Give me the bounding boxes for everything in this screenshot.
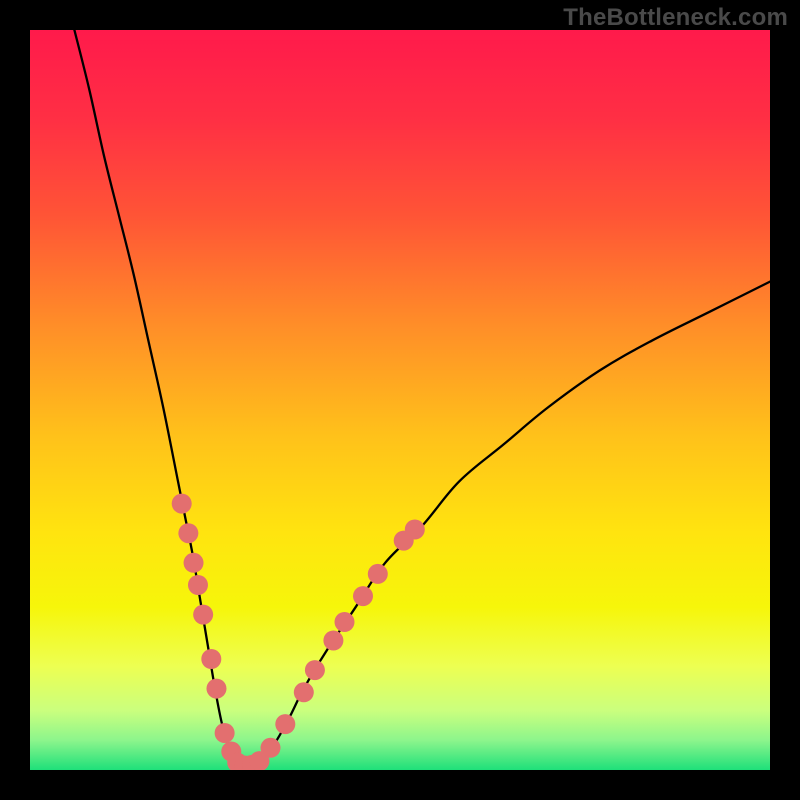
marker-dot xyxy=(353,586,373,606)
marker-dot xyxy=(206,679,226,699)
marker-dot xyxy=(275,714,295,734)
marker-dot xyxy=(323,631,343,651)
marker-dot xyxy=(335,612,355,632)
marker-dot xyxy=(261,738,281,758)
marker-dot xyxy=(184,553,204,573)
marker-dot xyxy=(294,682,314,702)
plot-area xyxy=(30,30,770,770)
marker-dot xyxy=(305,660,325,680)
marker-dot xyxy=(188,575,208,595)
gradient-background xyxy=(30,30,770,770)
marker-dot xyxy=(193,605,213,625)
marker-dot xyxy=(368,564,388,584)
marker-dot xyxy=(172,494,192,514)
watermark-text: TheBottleneck.com xyxy=(563,4,788,32)
marker-dot xyxy=(201,649,221,669)
marker-dot xyxy=(178,523,198,543)
marker-dot xyxy=(215,723,235,743)
marker-dot xyxy=(405,520,425,540)
bottleneck-chart xyxy=(30,30,770,770)
chart-frame: TheBottleneck.com xyxy=(0,0,800,800)
